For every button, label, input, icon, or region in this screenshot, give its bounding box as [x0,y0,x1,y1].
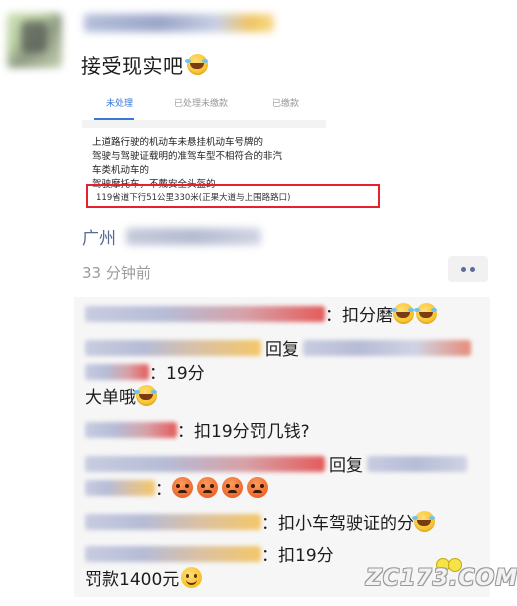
commenter-name[interactable] [85,455,325,472]
location-detail [126,228,261,245]
comment-text: ：扣19分罚几钱? [177,422,310,442]
comment[interactable]: ：扣19分 [85,541,334,566]
angry-emoji-icon [172,477,193,498]
dot-icon [470,267,475,272]
commenter-name[interactable] [85,363,149,380]
comment[interactable]: ：扣小车驾驶证的分 [85,509,435,534]
comment-text: ： [155,480,172,500]
more-options-button[interactable] [448,256,488,282]
comment-continued: ： [85,475,268,500]
commenter-name[interactable] [85,513,261,530]
reply-to-name[interactable] [367,455,467,472]
angry-emoji-icon [247,477,268,498]
laugh-cry-emoji-icon [391,303,414,324]
tab-unprocessed: 未处理 [106,99,134,109]
laugh-cry-emoji-icon [414,303,437,324]
comment-text: ：扣分磨 [325,306,393,326]
post-location[interactable]: 广州 [82,224,261,249]
post-text-content: 接受现实吧 [81,54,184,78]
violation-line: 车类机动车的 [92,165,150,176]
commenter-name[interactable] [85,421,177,438]
commenter-name[interactable] [85,545,261,562]
comment[interactable]: 回复 [85,335,471,360]
violation-location-highlight: 119省道下行51公里330米(正果大道与上围路路口) [86,184,380,208]
watermark: ZC173.COM [366,566,517,591]
commenter-name[interactable] [85,479,155,496]
angry-emoji-icon [197,477,218,498]
dot-icon [461,267,466,272]
laugh-cry-emoji-icon [134,385,157,406]
comment-continued: 大单哦 [85,383,157,408]
tab-processed-unpaid: 已处理未缴款 [174,99,229,109]
avatar[interactable] [7,13,62,68]
comment[interactable]: ：扣19分罚几钱? [85,417,310,442]
post-text: 接受现实吧 [81,50,208,79]
reply-to-name[interactable] [303,339,471,356]
reply-label: 回复 [265,340,299,360]
laugh-cry-emoji-icon [412,511,435,532]
angry-emoji-icon [222,477,243,498]
comment-continued: 罚款1400元 [85,565,203,590]
comment-text: 罚款1400元 [85,570,180,590]
comment[interactable]: ：扣分磨 [85,301,437,326]
violation-tabs: 未处理 已处理未缴款 已缴款 [82,88,326,121]
comment-text: 大单哦 [85,388,136,408]
comment-text: ：扣19分 [261,546,334,566]
comment[interactable]: 回复 [85,451,467,476]
violation-line: 驾驶与驾驶证载明的准驾车型不相符合的非汽 [92,151,283,162]
comments-section: ：扣分磨 回复 ：19分 大单哦 ：扣19分罚几钱? 回复 ： ：扣小车驾驶证的… [74,297,490,597]
smile-emoji-icon [181,567,203,588]
comment-text: ：扣小车驾驶证的分 [261,514,414,534]
reply-label: 回复 [329,456,363,476]
tab-paid: 已缴款 [272,99,300,109]
comment-continued: ：19分 [85,359,205,384]
laugh-cry-emoji-icon [184,54,208,75]
violation-line: 上道路行驶的机动车未悬挂机动车号牌的 [92,137,264,148]
violation-location: 119省道下行51公里330米(正果大道与上围路路口) [96,193,291,203]
commenter-name[interactable] [85,339,261,356]
commenter-name[interactable] [85,305,325,322]
comment-text: ：19分 [149,364,205,384]
poster-name[interactable] [84,14,274,32]
post-time: 33 分钟前 [82,264,151,282]
location-label: 广州 [82,229,116,249]
